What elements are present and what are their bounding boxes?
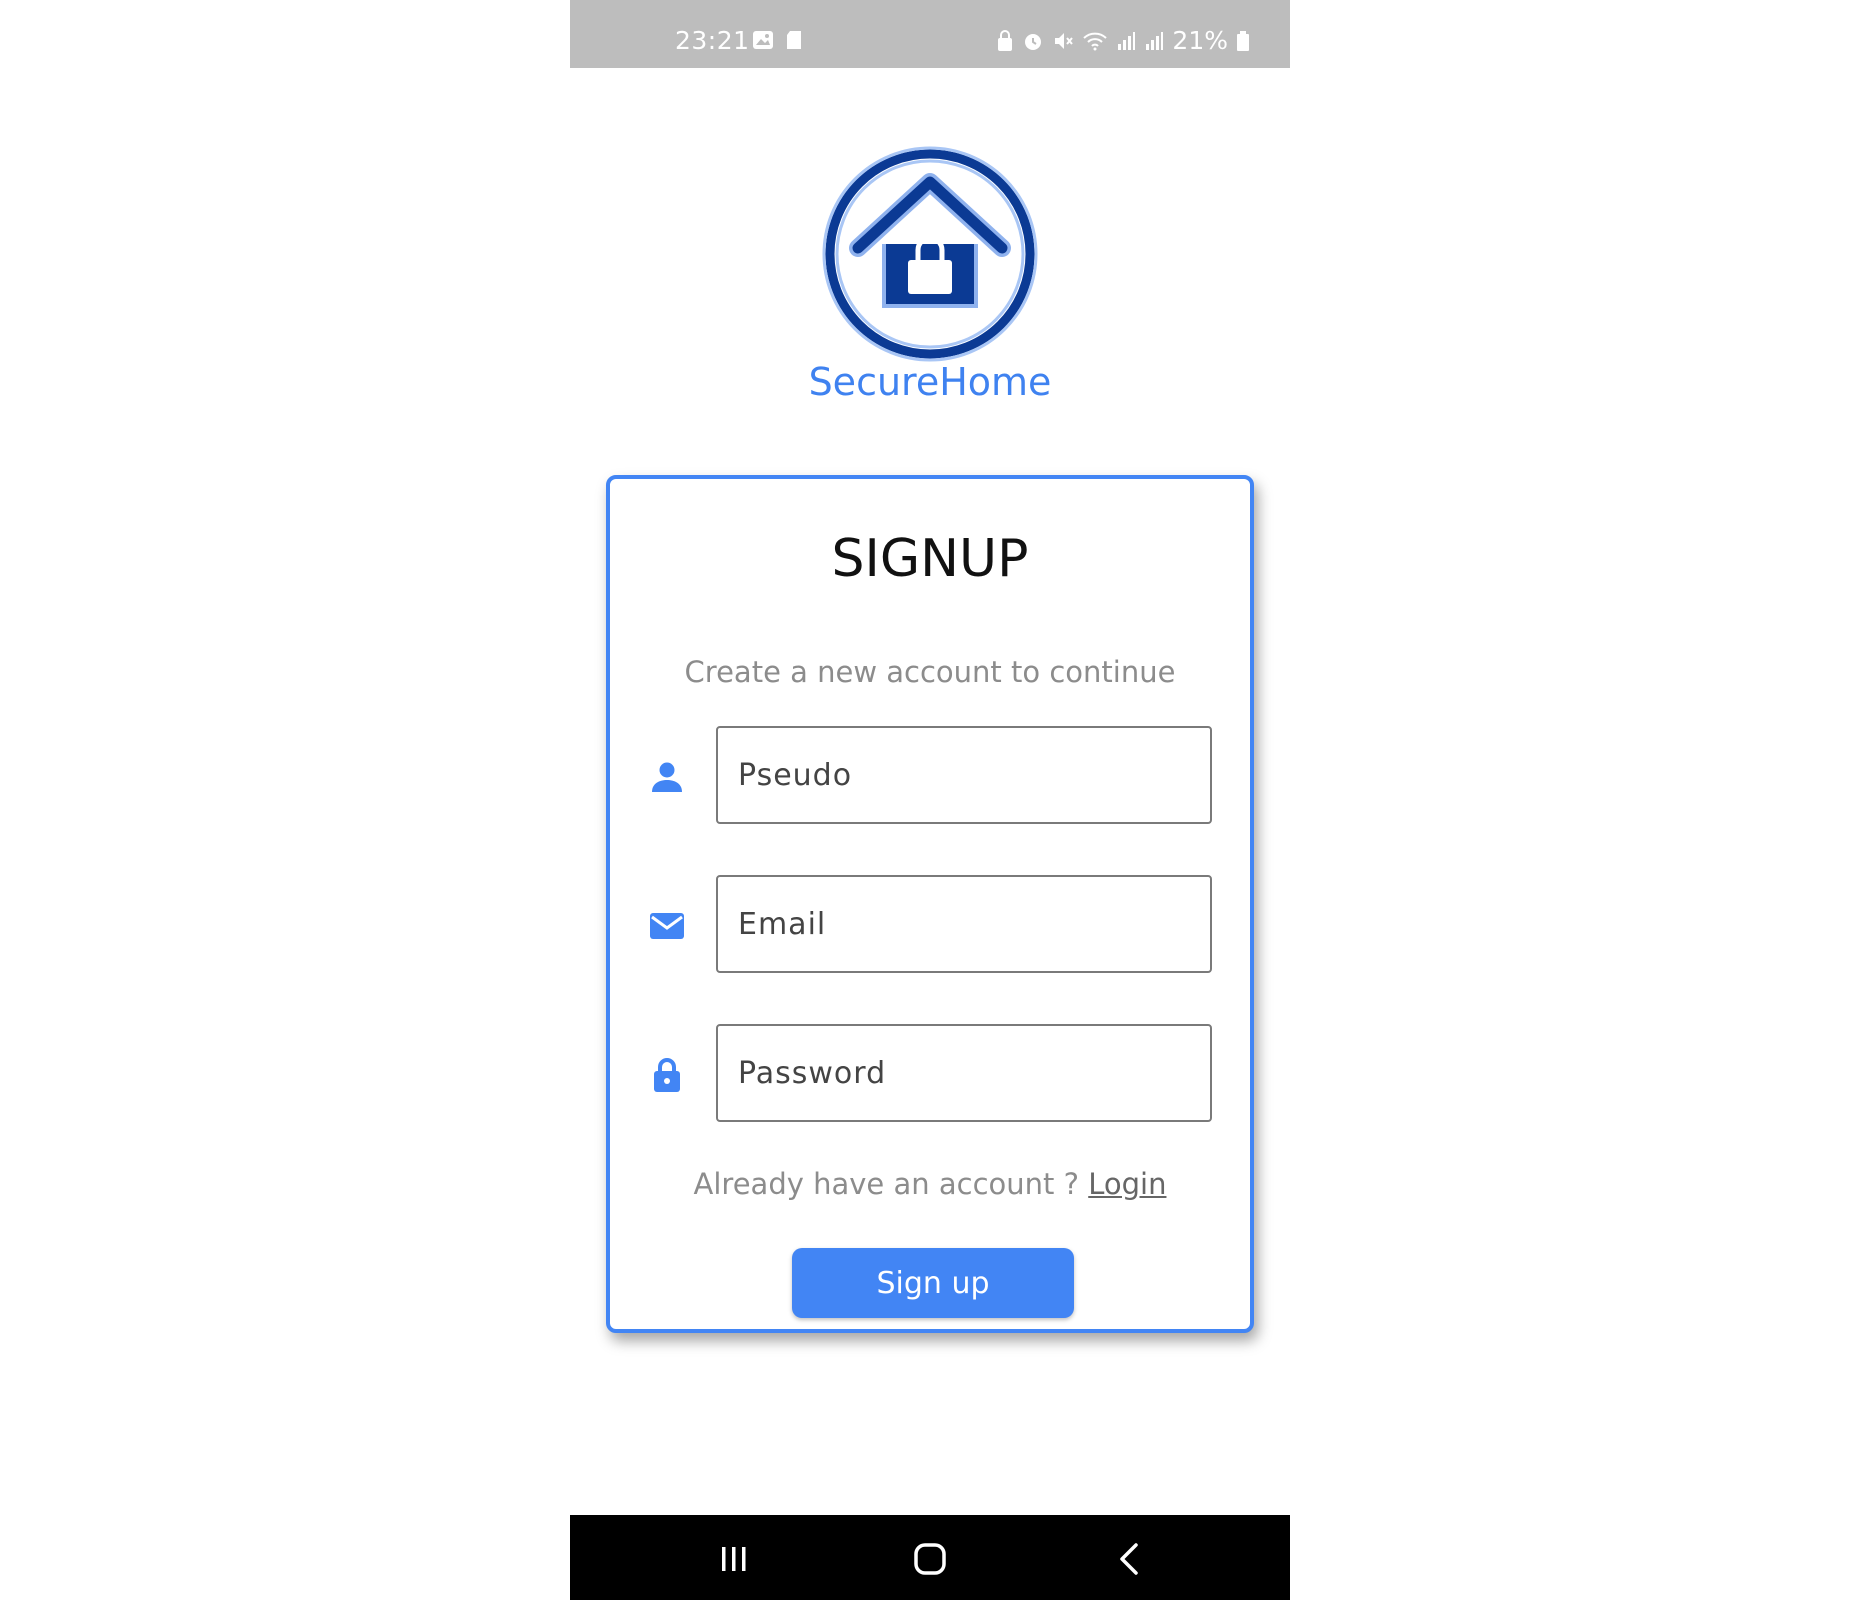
login-prompt-line: Already have an account ? Login bbox=[610, 1167, 1250, 1201]
email-row bbox=[610, 875, 1250, 975]
login-prompt-text: Already have an account ? bbox=[693, 1167, 1089, 1201]
back-icon[interactable] bbox=[1108, 1537, 1152, 1581]
login-link[interactable]: Login bbox=[1088, 1167, 1166, 1201]
home-icon[interactable] bbox=[908, 1537, 952, 1581]
battery-percentage: 21% bbox=[1172, 26, 1228, 55]
phone-screen: 23:21 21% SecureHome SIGNUP Create a new… bbox=[570, 0, 1290, 1600]
password-field[interactable] bbox=[716, 1024, 1212, 1122]
page-title: SIGNUP bbox=[831, 529, 1029, 589]
person-icon bbox=[652, 762, 682, 792]
pseudo-input[interactable] bbox=[716, 726, 1212, 824]
lock-icon bbox=[654, 1058, 680, 1092]
signup-card: SIGNUP Create a new account to continue bbox=[606, 475, 1254, 1333]
alarm-icon bbox=[1025, 33, 1042, 50]
house-lock-icon bbox=[822, 146, 1038, 362]
navigation-bar bbox=[570, 1515, 1290, 1600]
status-bar: 23:21 21% bbox=[570, 0, 1290, 68]
wifi-icon bbox=[1083, 32, 1108, 50]
recents-icon[interactable] bbox=[712, 1537, 756, 1581]
lock-status-icon bbox=[998, 29, 1013, 51]
signup-button[interactable]: Sign up bbox=[792, 1248, 1074, 1318]
gallery-icon bbox=[753, 31, 773, 49]
battery-icon bbox=[1237, 30, 1249, 51]
status-left-icons bbox=[752, 30, 802, 50]
mute-icon bbox=[1055, 32, 1074, 49]
pseudo-row bbox=[610, 726, 1250, 826]
mail-icon bbox=[650, 913, 684, 939]
password-row bbox=[610, 1024, 1250, 1124]
brand-name: SecureHome bbox=[808, 360, 1052, 404]
status-right-icons: 21% bbox=[996, 26, 1250, 55]
status-time: 23:21 bbox=[675, 26, 750, 55]
page-subtitle: Create a new account to continue bbox=[684, 655, 1176, 689]
email-field[interactable] bbox=[716, 875, 1212, 973]
sd-card-icon bbox=[787, 31, 801, 49]
signal-icon bbox=[1146, 31, 1164, 50]
signal-icon bbox=[1118, 31, 1136, 50]
